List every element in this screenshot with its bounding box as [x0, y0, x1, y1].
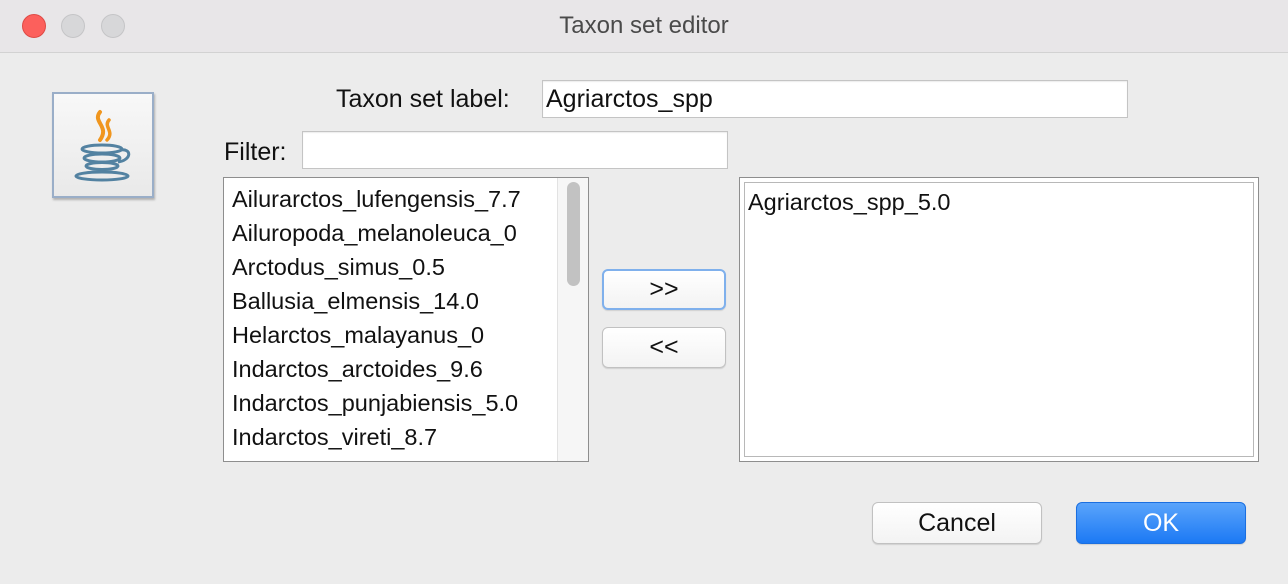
available-taxa-viewport: Ailurarctos_lufengensis_7.7 Ailuropoda_m…: [228, 182, 555, 457]
window-title: Taxon set editor: [559, 12, 729, 39]
list-item[interactable]: Indarctos_punjabiensis_5.0: [228, 386, 555, 420]
add-taxa-button[interactable]: >>: [602, 269, 726, 310]
remove-taxa-button[interactable]: <<: [602, 327, 726, 368]
filter-caption: Filter:: [224, 138, 287, 166]
available-taxa-list[interactable]: Ailurarctos_lufengensis_7.7 Ailuropoda_m…: [223, 177, 589, 462]
scrollbar-thumb[interactable]: [567, 182, 580, 286]
available-taxa-scrollbar[interactable]: [557, 178, 588, 461]
list-item[interactable]: Agriarctos_spp_5.0: [745, 183, 1253, 219]
ok-button[interactable]: OK: [1076, 502, 1246, 544]
list-item[interactable]: Arctodus_simus_0.5: [228, 250, 555, 284]
list-item[interactable]: Indarctos_arctoides_9.6: [228, 352, 555, 386]
selected-taxa-viewport: Agriarctos_spp_5.0: [744, 182, 1254, 457]
list-item[interactable]: Indarctos_vireti_8.7: [228, 420, 555, 454]
taxon-set-editor-window: Taxon set editor Taxon set label: Agriar…: [0, 0, 1288, 584]
selected-taxa-list[interactable]: Agriarctos_spp_5.0: [739, 177, 1259, 462]
list-item[interactable]: Ballusia_elmensis_14.0: [228, 284, 555, 318]
list-item[interactable]: Helarctos_malayanus_0: [228, 318, 555, 352]
taxon-set-label-input[interactable]: Agriarctos_spp: [542, 80, 1128, 118]
taxon-set-label-caption: Taxon set label:: [336, 85, 510, 113]
java-coffee-cup-icon: [52, 92, 154, 198]
list-item[interactable]: Ailurarctos_lufengensis_7.7: [228, 182, 555, 216]
list-item[interactable]: Ailuropoda_melanoleuca_0: [228, 216, 555, 250]
title-bar[interactable]: Taxon set editor: [0, 0, 1288, 53]
cancel-button[interactable]: Cancel: [872, 502, 1042, 544]
filter-input[interactable]: [302, 131, 728, 169]
